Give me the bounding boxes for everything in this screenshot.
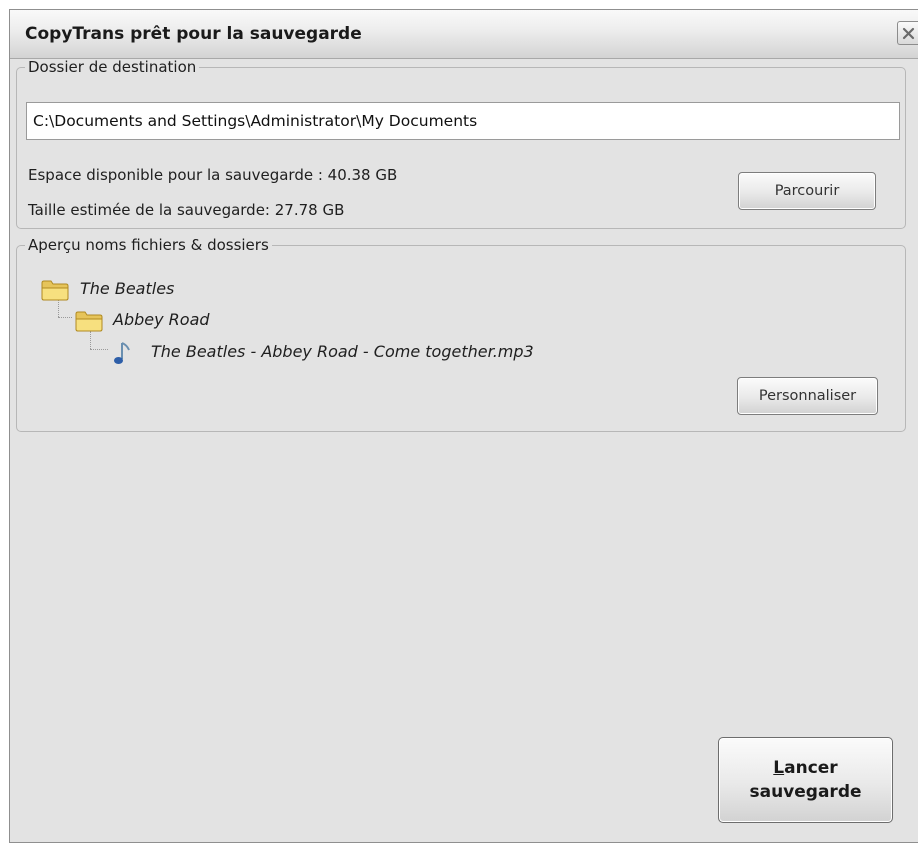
- browse-button[interactable]: Parcourir: [738, 172, 876, 210]
- destination-path-input[interactable]: [26, 102, 900, 140]
- tree-connector: [90, 331, 91, 349]
- estimated-size-text: Taille estimée de la sauvegarde: 27.78 G…: [28, 201, 345, 219]
- tree-connector: [58, 317, 72, 318]
- customize-button[interactable]: Personnaliser: [737, 377, 878, 415]
- title-bar[interactable]: CopyTrans prêt pour la sauvegarde: [10, 10, 918, 59]
- available-space-text: Espace disponible pour la sauvegarde : 4…: [28, 166, 398, 184]
- destination-legend: Dossier de destination: [28, 58, 197, 76]
- tree-connector: [90, 349, 108, 350]
- launch-label-line1: Lancer: [773, 758, 838, 778]
- close-icon: [902, 27, 915, 40]
- launch-backup-button[interactable]: Lancer sauvegarde: [718, 737, 893, 823]
- folder-icon: [41, 280, 69, 301]
- close-button[interactable]: [897, 21, 918, 45]
- tree-item-album: Abbey Road: [113, 310, 210, 329]
- folder-icon: [75, 311, 103, 332]
- tree-item-artist: The Beatles: [80, 279, 175, 298]
- tree-item-file: The Beatles - Abbey Road - Come together…: [151, 342, 534, 361]
- window-title: CopyTrans prêt pour la sauvegarde: [25, 24, 362, 44]
- preview-legend: Aperçu noms fichiers & dossiers: [28, 236, 269, 254]
- music-note-icon: [114, 342, 130, 364]
- tree-connector: [58, 300, 59, 317]
- launch-label-line2: sauvegarde: [749, 782, 862, 802]
